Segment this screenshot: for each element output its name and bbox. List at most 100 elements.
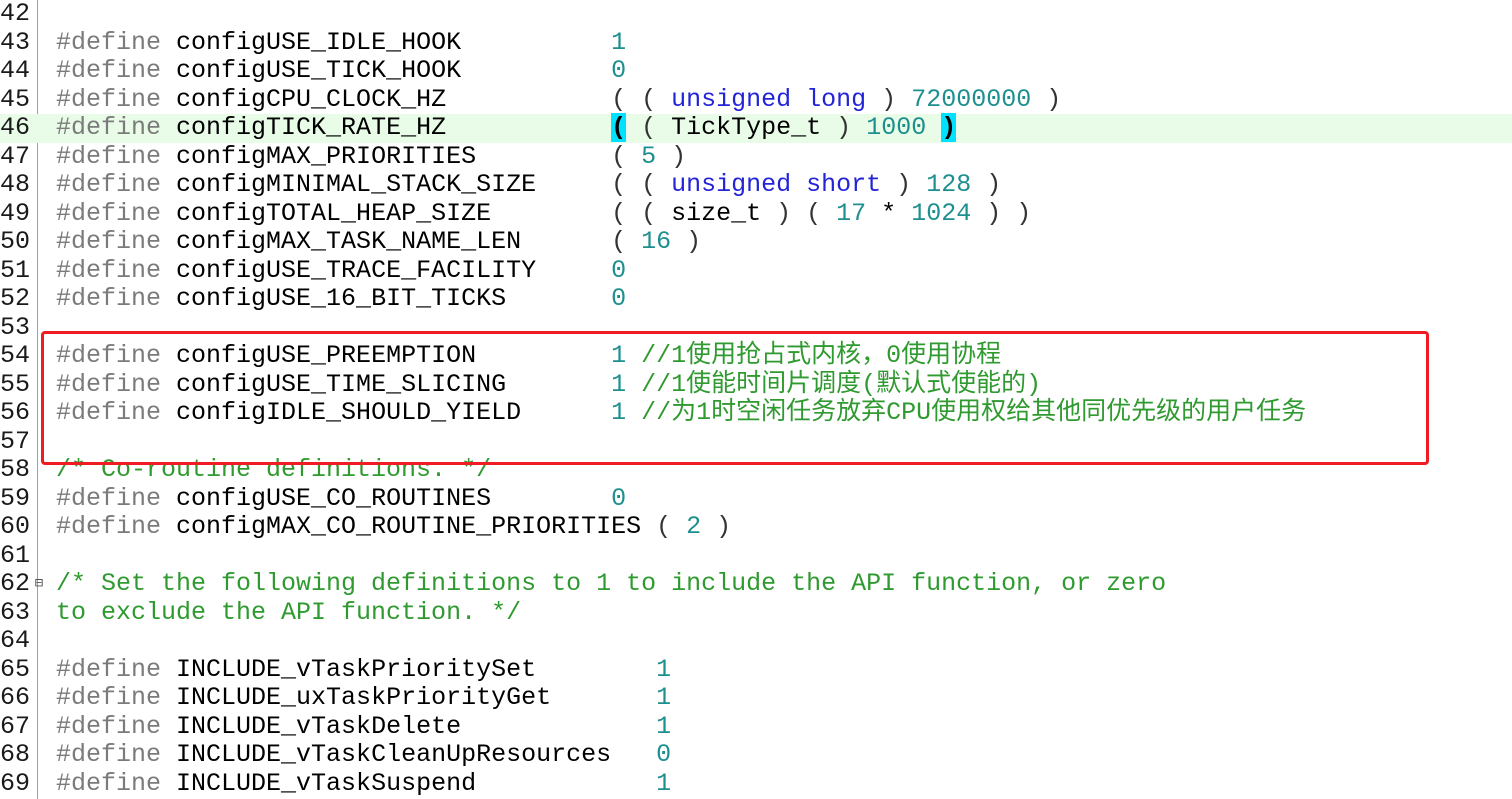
code-text[interactable]: #define configMAX_CO_ROUTINE_PRIORITIES … — [56, 512, 731, 542]
code-line[interactable]: 60 #define configMAX_CO_ROUTINE_PRIORITIE… — [0, 512, 1512, 542]
token-num: 0 — [611, 255, 627, 285]
code-text[interactable]: #define configUSE_TRACE_FACILITY 0 — [56, 255, 627, 286]
token-pp: #define — [56, 255, 177, 285]
code-line[interactable]: 59 #define configUSE_CO_ROUTINES 0 — [0, 483, 1512, 514]
token-pp: #define — [56, 56, 177, 85]
code-text[interactable]: #define configUSE_IDLE_HOOK 1 — [56, 27, 626, 58]
token-pp: #define — [56, 170, 177, 199]
token-br: ( ( — [611, 170, 672, 199]
code-text[interactable]: #define configUSE_16_BIT_TICKS 0 — [56, 284, 627, 314]
token-num: 1000 — [866, 113, 927, 142]
token-id: INCLUDE_vTaskPrioritySet — [176, 654, 657, 684]
code-line[interactable]: 65 #define INCLUDE_vTaskPrioritySet 1 — [0, 654, 1512, 685]
token-pp: #define — [56, 711, 177, 741]
code-text[interactable]: #define configCPU_CLOCK_HZ ( ( unsigned … — [56, 84, 1061, 115]
code-text[interactable]: #define INCLUDE_vTaskCleanUpResources 0 — [56, 740, 672, 770]
code-line[interactable]: 42 — [0, 0, 1512, 29]
code-line[interactable]: 44 #define configUSE_TICK_HOOK 0 — [0, 56, 1512, 86]
code-line[interactable]: 43 #define configUSE_IDLE_HOOK 1 — [0, 27, 1512, 58]
code-line[interactable]: 69 #define INCLUDE_vTaskSuspend 1 — [0, 768, 1512, 799]
line-number: 52 — [0, 284, 31, 313]
code-line[interactable]: 68 #define INCLUDE_vTaskCleanUpResources … — [0, 740, 1512, 770]
code-line[interactable]: 62 ⊟ /* Set the following definitions to 1… — [0, 569, 1512, 599]
token-br: ( — [656, 512, 687, 541]
token-id: INCLUDE_vTaskSuspend — [176, 768, 657, 798]
line-number: 43 — [0, 27, 31, 57]
token-num: 0 — [611, 483, 627, 513]
token-pp: #define — [56, 113, 177, 142]
token-id: configMAX_PRIORITIES — [176, 141, 612, 171]
token-id: INCLUDE_uxTaskPriorityGet — [176, 683, 657, 712]
token-num: 1 — [656, 711, 672, 741]
token-brm: ) — [941, 113, 957, 142]
code-line[interactable]: 67 #define INCLUDE_vTaskDelete 1 — [0, 711, 1512, 742]
token-br: ) ( — [761, 198, 837, 228]
token-id: configUSE_IDLE_HOOK — [176, 27, 612, 57]
token-pp: #define — [56, 740, 177, 769]
line-number: 68 — [0, 740, 31, 769]
token-br: ( — [626, 113, 672, 142]
token-num: 0 — [611, 56, 627, 85]
code-text[interactable]: #define INCLUDE_uxTaskPriorityGet 1 — [56, 683, 671, 713]
token-num: 1 — [656, 654, 672, 684]
code-line[interactable]: 46 #define configTICK_RATE_HZ ( ( TickTyp… — [0, 113, 1512, 143]
token-id: configCPU_CLOCK_HZ — [176, 84, 612, 114]
code-line[interactable]: 64 — [0, 626, 1512, 656]
code-line[interactable]: 47 #define configMAX_PRIORITIES ( 5 ) — [0, 141, 1512, 172]
token-num: 17 — [836, 198, 867, 228]
token-pp: #define — [56, 27, 177, 57]
code-text[interactable]: #define configMINIMAL_STACK_SIZE ( ( uns… — [56, 170, 1001, 200]
code-text[interactable]: #define configUSE_CO_ROUTINES 0 — [56, 483, 627, 514]
token-pp: #define — [56, 141, 177, 171]
token-num: 1 — [656, 768, 672, 798]
code-line[interactable]: 66 #define INCLUDE_uxTaskPriorityGet 1 — [0, 683, 1512, 713]
token-br: ) — [671, 227, 702, 256]
code-line[interactable]: 51 #define configUSE_TRACE_FACILITY 0 — [0, 255, 1512, 286]
fold-toggle-icon[interactable]: ⊟ — [33, 570, 45, 599]
token-num: 72000000 — [911, 84, 1032, 114]
code-text[interactable]: to exclude the API function. */ — [56, 598, 521, 628]
token-pp: #define — [56, 227, 177, 256]
code-text[interactable]: #define configUSE_TICK_HOOK 0 — [56, 56, 627, 86]
token-id: size_t — [671, 198, 762, 228]
code-text[interactable]: #define configTICK_RATE_HZ ( ( TickType_… — [56, 113, 957, 143]
line-number: 59 — [0, 483, 31, 513]
token-br: ( — [611, 141, 642, 171]
token-id: configTICK_RATE_HZ — [176, 113, 612, 142]
token-br: ( ( — [611, 198, 672, 228]
code-editor[interactable]: 42 43 #define configUSE_IDLE_HOOK 1 44 #defi… — [0, 0, 1512, 799]
token-br: ) — [821, 113, 867, 142]
token-id: configTOTAL_HEAP_SIZE — [176, 198, 612, 228]
token-pp: #define — [56, 198, 177, 228]
line-number: 53 — [0, 312, 31, 342]
line-number: 63 — [0, 597, 31, 627]
code-line[interactable]: 61 — [0, 541, 1512, 571]
code-line[interactable]: 63 to exclude the API function. */ — [0, 597, 1512, 628]
code-line[interactable]: 52 #define configUSE_16_BIT_TICKS 0 — [0, 284, 1512, 314]
token-id: TickType_t — [671, 113, 822, 142]
token-pp: #define — [56, 483, 177, 513]
code-line[interactable]: 45 #define configCPU_CLOCK_HZ ( ( unsigne… — [0, 84, 1512, 115]
token-id: INCLUDE_vTaskDelete — [176, 711, 657, 741]
code-text[interactable]: #define INCLUDE_vTaskDelete 1 — [56, 711, 672, 742]
token-num: 0 — [611, 284, 627, 313]
token-pp: #define — [56, 768, 177, 798]
line-number: 54 — [0, 341, 31, 370]
code-line[interactable]: 48 #define configMINIMAL_STACK_SIZE ( ( u… — [0, 170, 1512, 200]
code-text[interactable]: #define configTOTAL_HEAP_SIZE ( ( size_t… — [56, 198, 1031, 229]
code-text[interactable]: #define configMAX_PRIORITIES ( 5 ) — [56, 141, 686, 172]
code-text[interactable]: /* Set the following definitions to 1 to… — [56, 569, 1166, 599]
token-id: configMINIMAL_STACK_SIZE — [176, 170, 612, 199]
code-line[interactable]: 50 #define configMAX_TASK_NAME_LEN ( 16 ) — [0, 227, 1512, 257]
code-line[interactable]: 49 #define configTOTAL_HEAP_SIZE ( ( size… — [0, 198, 1512, 229]
code-text[interactable]: #define configMAX_TASK_NAME_LEN ( 16 ) — [56, 227, 702, 257]
token-kw: unsigned long — [671, 84, 867, 114]
code-text[interactable]: #define INCLUDE_vTaskSuspend 1 — [56, 768, 672, 799]
line-number: 57 — [0, 426, 31, 456]
line-number: 60 — [0, 512, 31, 541]
token-num: 0 — [656, 740, 672, 769]
code-text[interactable]: #define INCLUDE_vTaskPrioritySet 1 — [56, 654, 672, 685]
token-pp: #define — [56, 654, 177, 684]
token-pp: #define — [56, 512, 177, 541]
token-pp: #define — [56, 683, 177, 712]
